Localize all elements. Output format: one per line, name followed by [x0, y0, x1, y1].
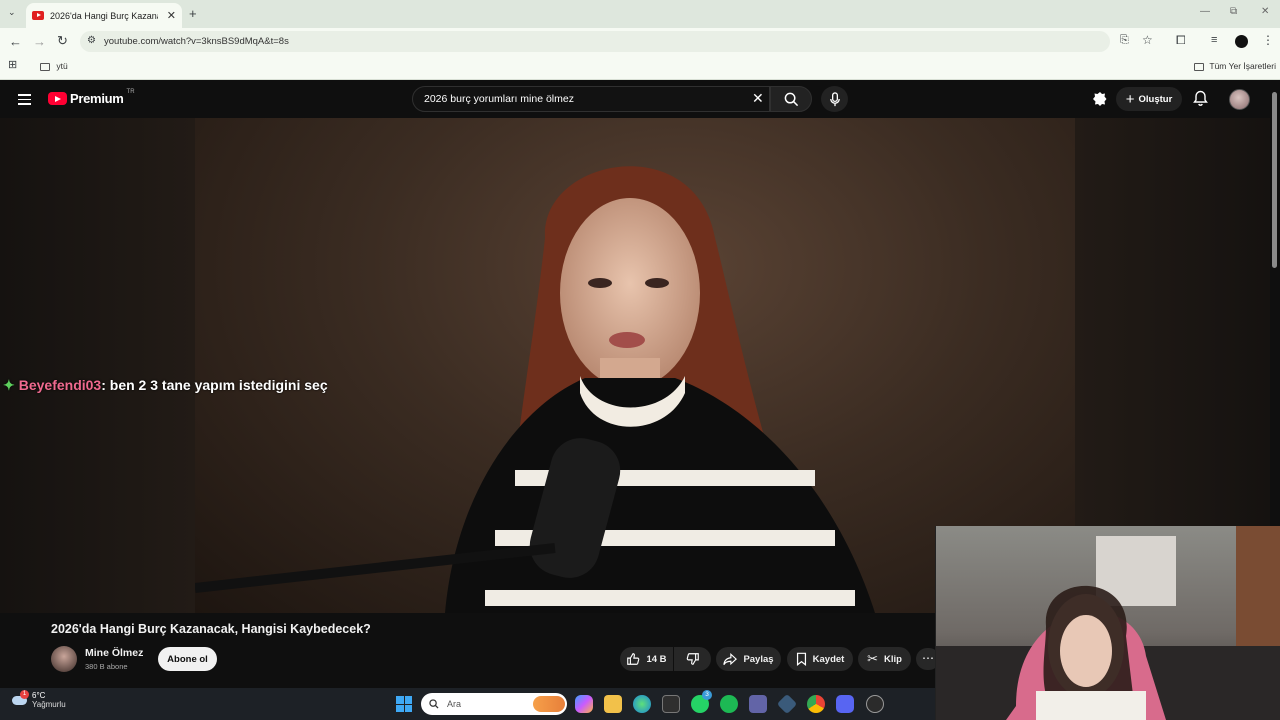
thumbs-up-icon [627, 653, 640, 665]
tab-search-chevron-icon[interactable]: ⌄ [8, 8, 16, 17]
copilot-icon[interactable] [575, 695, 593, 713]
region-code: TR [126, 88, 135, 95]
folder-icon [1194, 62, 1204, 71]
weather-badge: 1 [20, 690, 29, 699]
address-bar[interactable]: youtube.com/watch?v=3knsBS9dMqA&t=8s [80, 31, 1110, 52]
share-arrow-icon [723, 652, 738, 665]
search-input[interactable]: 2026 burç yorumları mine ölmez [412, 86, 770, 112]
search-icon [429, 699, 439, 709]
channel-avatar[interactable] [51, 646, 77, 672]
clip-button[interactable]: ✂ Klip [858, 647, 911, 671]
share-label: Paylaş [743, 653, 774, 665]
window-restore-icon[interactable]: ⧉ [1230, 7, 1237, 17]
scissors-icon: ✂ [867, 651, 878, 666]
apps-grid-icon[interactable]: ⊞ [8, 60, 17, 71]
reload-icon[interactable]: ↻ [57, 34, 68, 47]
chat-overlay-message: ✦ Beyefendi03: ben 2 3 tane yapım istedig… [3, 377, 328, 394]
bookmarks-bar [0, 55, 1280, 80]
microsoft-store-icon[interactable] [662, 695, 680, 713]
bookmark-folder-ytu[interactable]: ytü [40, 61, 68, 71]
plus-icon: + [1125, 90, 1135, 108]
channel-name[interactable]: Mine Ölmez [85, 647, 143, 659]
cloud-rain-icon: 1 [10, 690, 29, 707]
youtube-play-icon [48, 92, 67, 105]
scrollbar-thumb[interactable] [1272, 92, 1277, 268]
clip-label: Klip [883, 653, 902, 665]
back-arrow-icon[interactable]: ← [9, 35, 22, 48]
install-app-icon[interactable]: ⎘ [1120, 35, 1129, 46]
create-label: Oluştur [1138, 93, 1173, 105]
thumbs-down-icon [686, 653, 699, 665]
taskbar-search-placeholder: Ara [447, 699, 462, 709]
bookmark-folder-label: ytü [56, 61, 68, 71]
whatsapp-icon[interactable]: 3 [691, 690, 712, 713]
dislike-button[interactable] [674, 647, 711, 671]
search-button[interactable] [770, 86, 812, 112]
gem-badge-icon: ✦ [3, 377, 15, 393]
weather-condition: Yağmurlu [32, 700, 66, 709]
extensions-icon[interactable]: ⧠ [1176, 34, 1186, 46]
spotify-icon[interactable] [720, 695, 738, 713]
subscribe-button[interactable]: Abone ol [158, 647, 217, 671]
chat-text: : ben 2 3 tane yapım istedigini seç [101, 377, 328, 393]
weather-temp: 6°C [32, 691, 46, 700]
whatsapp-badge: 3 [702, 690, 712, 700]
obs-icon[interactable] [866, 695, 884, 713]
user-avatar[interactable] [1229, 89, 1250, 110]
webcam-scene-illustration [936, 526, 1280, 720]
site-settings-icon[interactable]: ⚙ [87, 36, 96, 46]
discord-icon[interactable] [836, 695, 854, 713]
all-bookmarks-button[interactable]: Tüm Yer İşaretleri [1194, 61, 1276, 71]
window-minimize-icon[interactable]: — [1200, 7, 1210, 17]
edge-browser-icon[interactable] [633, 695, 651, 713]
file-explorer-icon[interactable] [604, 695, 622, 713]
ambient-left [0, 118, 195, 613]
share-button[interactable]: Paylaş [716, 647, 781, 671]
url-text: youtube.com/watch?v=3knsBS9dMqA&t=8s [104, 36, 289, 47]
weather-widget[interactable]: 1 6°C Yağmurlu [10, 690, 66, 709]
search-highlight-icon [533, 696, 565, 712]
windows-start-icon[interactable] [396, 696, 412, 712]
new-tab-plus-icon[interactable]: + [189, 7, 197, 20]
save-button[interactable]: Kaydet [787, 647, 853, 671]
all-bookmarks-label: Tüm Yer İşaretleri [1209, 61, 1276, 71]
microphone-icon [829, 91, 840, 106]
teams-icon[interactable] [749, 695, 767, 713]
tab-title: 2026'da Hangi Burç Kazanacak [50, 10, 158, 21]
search-input-value: 2026 burç yorumları mine ölmez [424, 93, 574, 105]
chat-username: Beyefendi03 [18, 377, 102, 393]
media-control-icon[interactable]: ≡ [1211, 35, 1217, 46]
taskbar-search[interactable]: Ara [421, 693, 567, 715]
create-button[interactable]: + Oluştur [1116, 87, 1182, 111]
notifications-bell-icon[interactable] [1193, 90, 1208, 112]
profile-avatar-icon[interactable] [1235, 35, 1248, 48]
webcam-overlay [935, 526, 1280, 720]
window-close-icon[interactable]: ✕ [1261, 7, 1269, 17]
forward-arrow-icon[interactable]: → [33, 35, 46, 48]
save-label: Kaydet [812, 653, 845, 665]
hamburger-menu-icon[interactable] [18, 91, 31, 108]
like-count: 14 B [646, 653, 667, 665]
chrome-icon[interactable] [807, 695, 825, 713]
youtube-premium-logo[interactable]: Premium TR [48, 88, 135, 106]
search-icon [784, 92, 798, 106]
subscriber-count: 380 B abone [85, 662, 128, 671]
youtube-favicon-icon [32, 11, 44, 20]
browser-menu-icon[interactable]: ⋮ [1262, 34, 1274, 46]
tab-close-icon[interactable]: ✕ [167, 9, 176, 22]
like-button[interactable]: 14 B [620, 647, 673, 671]
folder-icon [40, 62, 50, 71]
youtube-studio-icon[interactable] [1092, 91, 1108, 107]
bookmark-icon [796, 652, 806, 666]
voice-search-button[interactable] [821, 86, 848, 112]
logo-text: Premium [70, 91, 124, 106]
browser-tab-active[interactable]: 2026'da Hangi Burç Kazanacak ✕ [26, 3, 182, 28]
video-title: 2026'da Hangi Burç Kazanacak, Hangisi Ka… [51, 622, 371, 636]
bookmark-star-icon[interactable]: ☆ [1142, 34, 1153, 46]
clear-search-icon[interactable]: ✕ [752, 90, 764, 107]
